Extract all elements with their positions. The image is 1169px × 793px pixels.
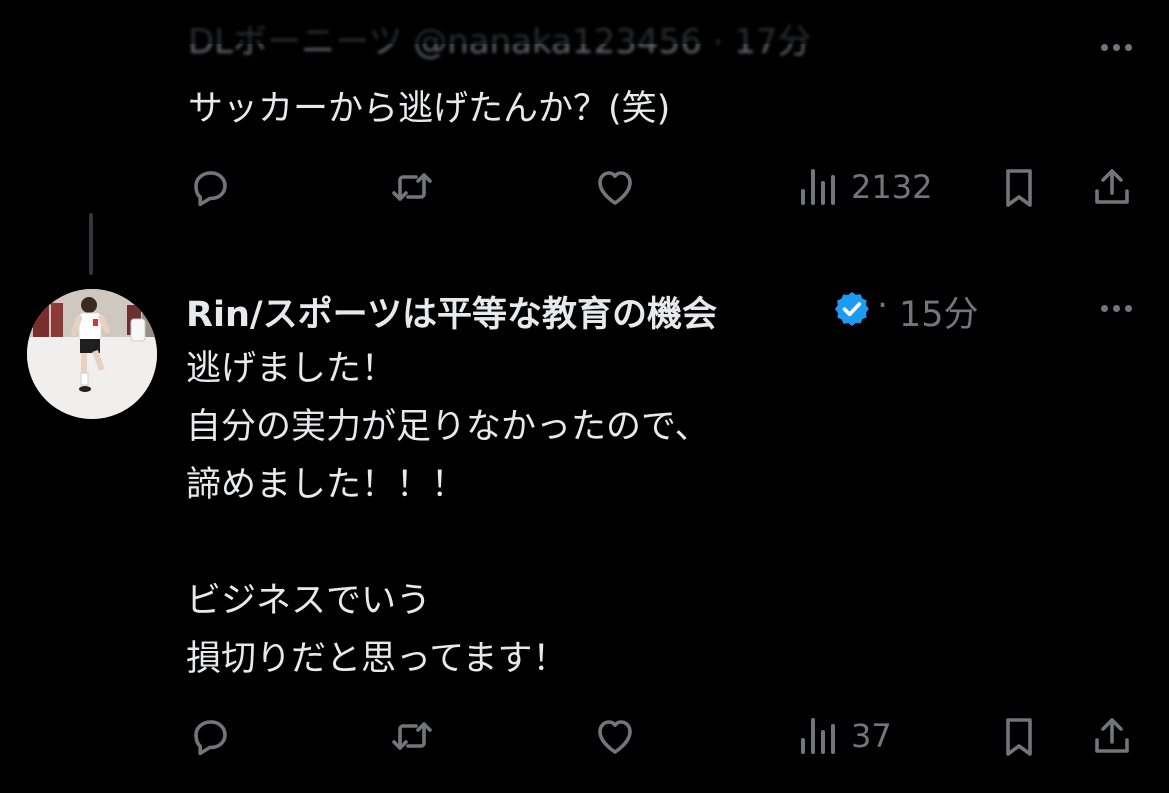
reply-2-share-button[interactable]: [1088, 712, 1136, 760]
bookmark-icon: [1006, 718, 1032, 756]
post-time[interactable]: 15分: [899, 286, 979, 337]
reply-2-more-icon[interactable]: [1096, 298, 1136, 318]
views-icon: [801, 718, 835, 754]
avatar-image: [27, 289, 157, 419]
views-icon: [801, 169, 835, 205]
repost-icon: [392, 173, 432, 201]
reply-1-reply-button[interactable]: [186, 163, 234, 211]
reply-1-like-button[interactable]: [591, 163, 639, 211]
reply-2-repost-button[interactable]: [388, 712, 436, 760]
reply-1-header-crop: [150, 0, 1030, 44]
reply-1-view-count: 2132: [851, 168, 933, 206]
reply-1-bookmark-button[interactable]: [995, 163, 1043, 211]
reply-2-like-button[interactable]: [591, 712, 639, 760]
reply-2-view-count: 37: [851, 717, 892, 755]
like-icon: [598, 171, 632, 205]
meta-separator: ·: [877, 286, 889, 326]
reply-icon: [194, 720, 227, 756]
reply-1-text: サッカーから逃げたんか？(笑): [188, 89, 671, 129]
display-name[interactable]: Rin/スポーツは平等な教育の機会: [186, 286, 717, 337]
repost-icon: [392, 722, 432, 750]
reply-2-views-button[interactable]: 37: [795, 712, 892, 760]
verified-badge-icon: [832, 289, 872, 329]
reply-1-share-button[interactable]: [1088, 163, 1136, 211]
reply-2-bookmark-button[interactable]: [995, 712, 1043, 760]
bookmark-icon: [1006, 169, 1032, 207]
reply-icon: [194, 171, 227, 207]
like-icon: [598, 720, 632, 754]
avatar[interactable]: [27, 289, 157, 419]
thread-connector-line: [89, 213, 93, 275]
share-icon: [1095, 169, 1129, 204]
reply-1-more-icon[interactable]: [1096, 37, 1136, 57]
reply-2-text: 逃げました！ 自分の実力が足りなかったので、 諦めました！！！ ビジネスでいう …: [186, 349, 710, 679]
reply-1-repost-button[interactable]: [388, 163, 436, 211]
share-icon: [1095, 718, 1129, 753]
reply-2-reply-button[interactable]: [186, 712, 234, 760]
reply-1-views-button[interactable]: 2132: [795, 163, 932, 211]
